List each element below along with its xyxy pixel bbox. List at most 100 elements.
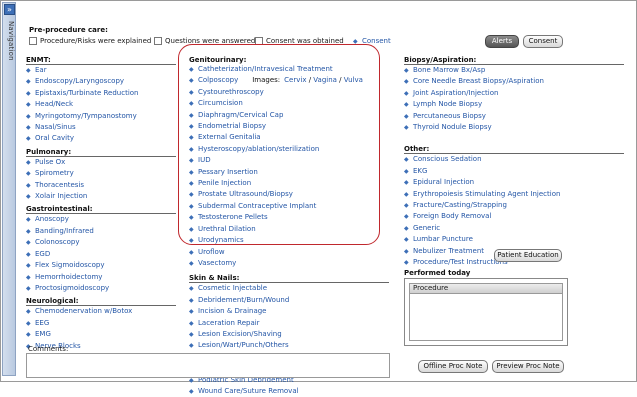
- diamond-icon: ◆: [404, 213, 409, 221]
- diamond-icon: ◆: [404, 156, 409, 164]
- procedure-link[interactable]: ◆ Chemodenervation w/Botox: [26, 306, 176, 317]
- procedure-link[interactable]: ◆ Generic: [404, 223, 624, 234]
- procedure-link[interactable]: ◆ Colonoscopy: [26, 237, 176, 248]
- offline-proc-note-button[interactable]: Offline Proc Note: [418, 360, 488, 373]
- procedure-link-label: Epistaxis/Turbinate Reduction: [35, 88, 139, 97]
- diamond-icon: ◆: [26, 250, 31, 258]
- procedure-link[interactable]: ◆ Lesion Excision/Shaving: [189, 329, 389, 340]
- procedure-link-label: EMG: [35, 330, 51, 339]
- procedure-link-label: Thyroid Nodule Biopsy: [413, 123, 492, 132]
- diamond-icon: ◆: [26, 216, 31, 224]
- procedure-link-label: Proctosigmoidoscopy: [35, 283, 110, 292]
- procedure-link[interactable]: ◆ Lymph Node Biopsy: [404, 99, 624, 110]
- comments-field[interactable]: [26, 353, 390, 378]
- procedure-link[interactable]: ◆ Percutaneous Biopsy: [404, 111, 624, 122]
- procedure-link[interactable]: ◆ Epidural Injection: [404, 177, 624, 188]
- diamond-icon: ◆: [404, 224, 409, 232]
- procedure-link[interactable]: ◆ Oral Cavity: [26, 133, 176, 144]
- diamond-icon: ◆: [404, 89, 409, 97]
- procedure-link[interactable]: ◆ Proctosigmoidoscopy: [26, 283, 176, 294]
- diamond-icon: ◆: [26, 135, 31, 143]
- procedure-link[interactable]: ◆ Flex Sigmoidoscopy: [26, 260, 176, 271]
- procedure-link[interactable]: ◆ Joint Aspiration/Injection: [404, 88, 624, 99]
- procedure-link[interactable]: ◆ Bone Marrow Bx/Asp: [404, 65, 624, 76]
- performed-today-list[interactable]: Procedure: [404, 278, 568, 346]
- diamond-icon: ◆: [404, 101, 409, 109]
- procedure-link[interactable]: ◆ EEG: [26, 318, 176, 329]
- procedure-link[interactable]: ◆ Thoracentesis: [26, 180, 176, 191]
- procedure-link[interactable]: ◆ Cosmetic Injectable: [189, 283, 389, 294]
- column-left: ENMT: ◆ Ear ◆ Endoscopy/Laryngoscopy ◆ Epista…: [26, 56, 176, 352]
- procedure-link[interactable]: ◆ Debridement/Burn/Wound: [189, 295, 389, 306]
- procedure-link[interactable]: ◆ Fracture/Casting/Strapping: [404, 200, 624, 211]
- checkbox[interactable]: [29, 37, 37, 45]
- procedure-link[interactable]: ◆ EKG: [404, 166, 624, 177]
- navigation-panel[interactable]: » Navigation: [2, 2, 16, 376]
- procedure-link[interactable]: ◆ Thyroid Nodule Biopsy: [404, 122, 624, 133]
- procedure-link[interactable]: ◆ Erythropoiesis Stimulating Agent Inject…: [404, 189, 624, 200]
- procedure-link[interactable]: ◆ Ear: [26, 65, 176, 76]
- procedure-link[interactable]: ◆ Vasectomy: [189, 258, 389, 269]
- gastro-heading: Gastrointestinal:: [26, 205, 176, 215]
- column-right: Biopsy/Aspiration: ◆ Bone Marrow Bx/Asp ◆ C…: [404, 56, 624, 269]
- procedure-link[interactable]: ◆ Laceration Repair: [189, 318, 389, 329]
- procedure-link-label: Xolair Injection: [35, 192, 88, 201]
- procedure-link[interactable]: ◆ Head/Neck: [26, 99, 176, 110]
- procedure-link[interactable]: ◆ Epistaxis/Turbinate Reduction: [26, 88, 176, 99]
- procedure-link-label: Pulse Ox: [35, 157, 66, 166]
- procedure-link[interactable]: ◆ Core Needle Breast Biopsy/Aspiration: [404, 76, 624, 87]
- procedure-link[interactable]: ◆ Spirometry: [26, 168, 176, 179]
- procedure-link-label: Core Needle Breast Biopsy/Aspiration: [413, 77, 544, 86]
- procedure-link-label: Bone Marrow Bx/Asp: [413, 66, 486, 74]
- procedure-link-label: Head/Neck: [35, 100, 74, 109]
- pulmonary-list: ◆ Pulse Ox ◆ Spirometry ◆ Thoracentesis ◆ Xolai…: [26, 157, 176, 203]
- procedure-link[interactable]: ◆ Lumbar Puncture: [404, 234, 624, 245]
- procedure-link[interactable]: ◆ Incision & Drainage: [189, 306, 389, 317]
- procedure-link[interactable]: ◆ Foreign Body Removal: [404, 211, 624, 222]
- consent-button[interactable]: Consent: [523, 35, 563, 48]
- enmt-list: ◆ Ear ◆ Endoscopy/Laryngoscopy ◆ Epistaxis/Tu…: [26, 65, 176, 145]
- check-risks-explained[interactable]: Procedure/Risks were explained: [29, 37, 151, 45]
- procedure-link-label: Chemodenervation w/Botox: [35, 307, 133, 316]
- navigation-label: Navigation: [7, 21, 15, 61]
- procedure-link[interactable]: ◆ Anoscopy: [26, 214, 176, 225]
- procedure-link[interactable]: ◆ Myringotomy/Tympanostomy: [26, 111, 176, 122]
- expand-nav-icon[interactable]: »: [4, 4, 15, 15]
- checkbox[interactable]: [154, 37, 162, 45]
- diamond-icon: ◆: [26, 112, 31, 120]
- diamond-icon: ◆: [189, 387, 194, 395]
- diamond-icon: ◆: [189, 296, 194, 304]
- procedure-link[interactable]: ◆ EGD: [26, 249, 176, 260]
- biopsy-list: ◆ Bone Marrow Bx/Asp ◆ Core Needle Breast B…: [404, 65, 624, 133]
- procedure-link[interactable]: ◆ Wound Care/Suture Removal: [189, 386, 389, 397]
- preview-proc-note-button[interactable]: Preview Proc Note: [492, 360, 564, 373]
- procedure-link[interactable]: ◆ Pulse Ox: [26, 157, 176, 168]
- procedure-link-label: Generic: [413, 223, 441, 232]
- procedure-link[interactable]: ◆ Nasal/Sinus: [26, 122, 176, 133]
- diamond-icon: ◆: [404, 78, 409, 86]
- procedure-link-label: Nasal/Sinus: [35, 123, 76, 132]
- diamond-icon: ◆: [26, 227, 31, 235]
- diamond-icon: ◆: [26, 181, 31, 189]
- procedure-link[interactable]: ◆ Lesion/Wart/Punch/Others: [189, 340, 389, 351]
- procedure-link-label: Wound Care/Suture Removal: [198, 386, 299, 395]
- diamond-icon: ◆: [26, 319, 31, 327]
- procedure-link[interactable]: ◆ Uroflow: [189, 247, 389, 258]
- procedure-column-header[interactable]: Procedure: [410, 284, 562, 294]
- procedure-link[interactable]: ◆ Conscious Sedation: [404, 154, 624, 165]
- patient-education-button[interactable]: Patient Education: [494, 249, 562, 262]
- procedure-link-label: Joint Aspiration/Injection: [413, 88, 499, 97]
- preprocedure-title: Pre-procedure care:: [29, 26, 108, 34]
- procedure-link[interactable]: ◆ Banding/Infrared: [26, 226, 176, 237]
- diamond-icon: ◆: [26, 89, 31, 97]
- procedure-link-label: EEG: [35, 318, 50, 327]
- procedure-link[interactable]: ◆ Xolair Injection: [26, 191, 176, 202]
- diamond-icon: ◆: [189, 285, 194, 293]
- procedure-link-label: EKG: [413, 166, 428, 175]
- procedure-link[interactable]: ◆ Endoscopy/Laryngoscopy: [26, 76, 176, 87]
- procedure-link[interactable]: ◆ EMG: [26, 329, 176, 340]
- procedure-link[interactable]: ◆ Hemorrhoidectomy: [26, 272, 176, 283]
- alerts-button[interactable]: Alerts: [485, 35, 519, 48]
- diamond-icon: ◆: [189, 342, 194, 350]
- diamond-icon: ◆: [404, 112, 409, 120]
